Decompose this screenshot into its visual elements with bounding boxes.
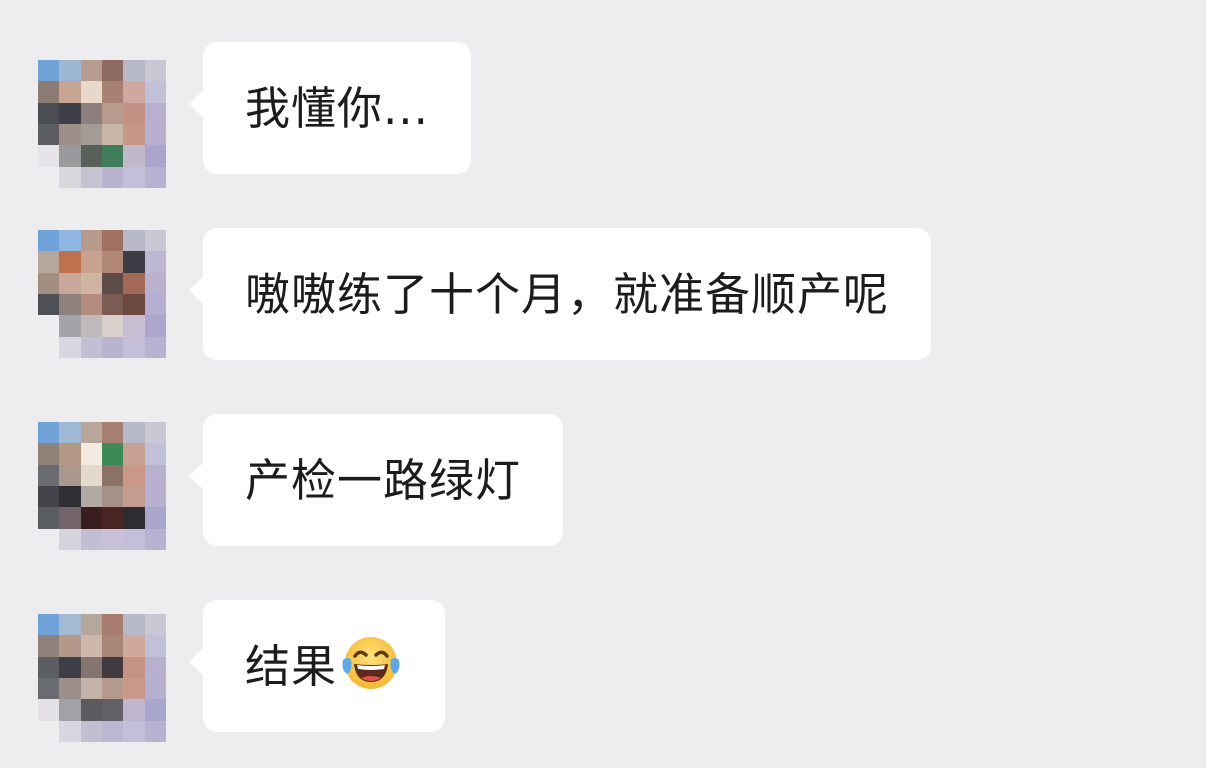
- avatar[interactable]: [38, 614, 166, 742]
- avatar[interactable]: [38, 422, 166, 550]
- tears-of-joy-icon: [339, 630, 403, 694]
- message-text: 嗷嗷练了十个月，就准备顺产呢: [245, 267, 890, 321]
- message-bubble[interactable]: 嗷嗷练了十个月，就准备顺产呢: [188, 228, 932, 360]
- avatar[interactable]: [38, 230, 166, 358]
- chat-thread: 我懂你... 嗷嗷练了十个月，就准备顺产呢 产检一路绿灯 结果: [0, 0, 1206, 768]
- message-text: 我懂你...: [245, 81, 429, 135]
- tears-of-joy-emoji-svg: [342, 637, 400, 689]
- message-text: 结果: [245, 639, 338, 693]
- message-bubble[interactable]: 产检一路绿灯: [188, 414, 564, 546]
- message-bubble[interactable]: 结果: [188, 600, 446, 732]
- message-bubble[interactable]: 我懂你...: [189, 42, 471, 174]
- avatar[interactable]: [38, 60, 166, 188]
- message-text: 产检一路绿灯: [245, 453, 522, 507]
